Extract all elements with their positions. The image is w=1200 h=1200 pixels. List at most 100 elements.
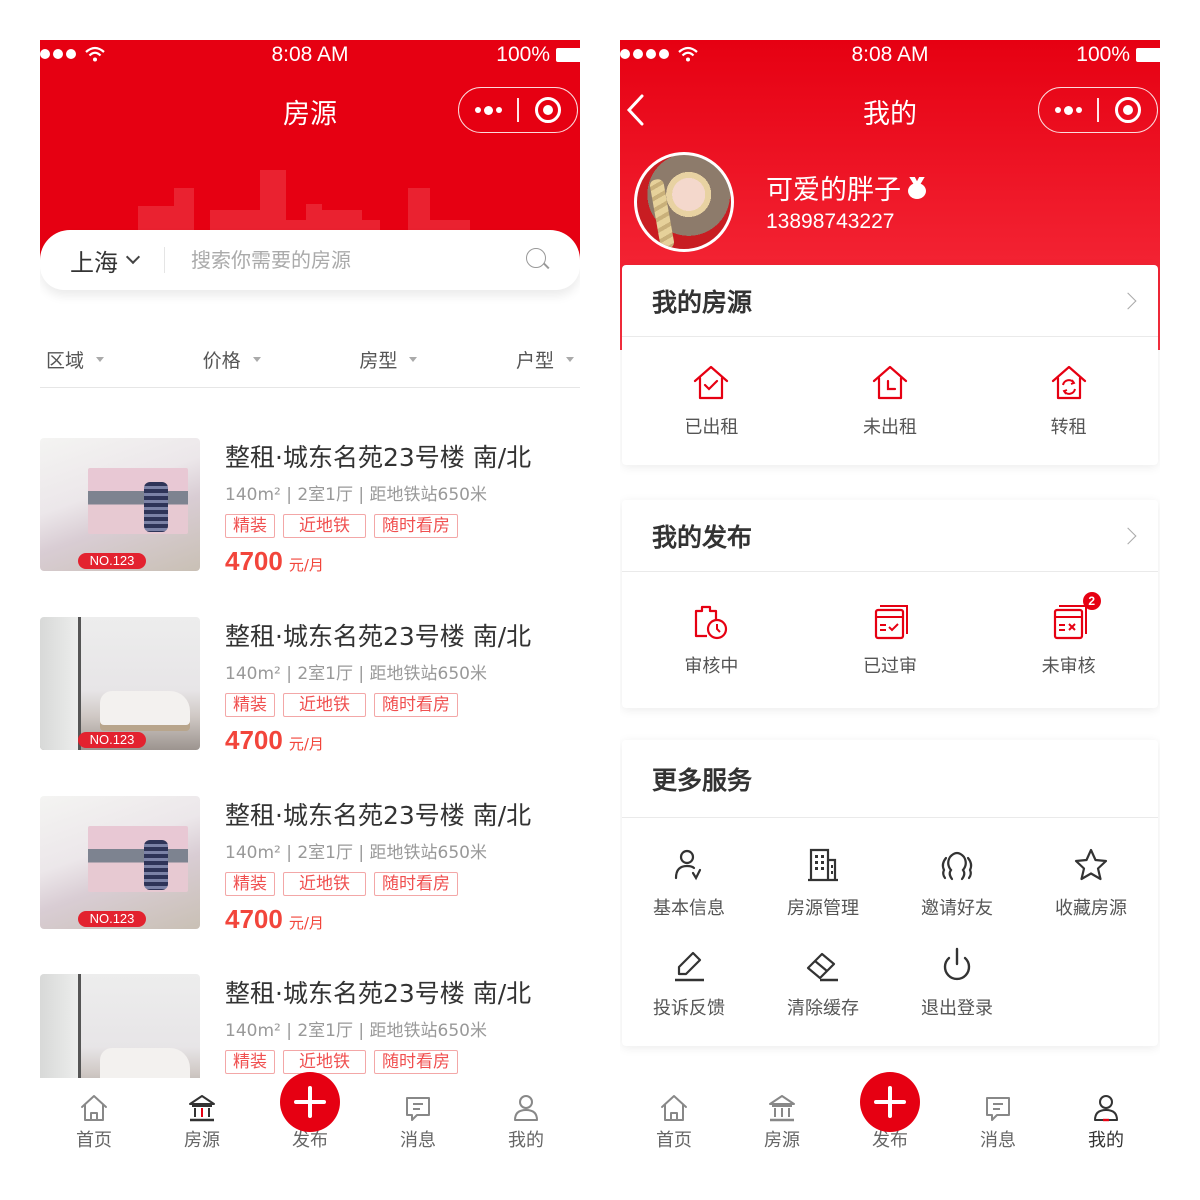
service-label: 清除缓存: [787, 998, 859, 1019]
tab-label: 消息: [400, 1130, 436, 1151]
power-icon: [943, 947, 971, 981]
filter-room-type[interactable]: 房型: [359, 346, 418, 373]
service-label: 邀请好友: [921, 898, 993, 919]
listing-price: 4700 元/月: [225, 546, 324, 577]
home-icon: [661, 1095, 687, 1121]
listing-item[interactable]: NO.123 整租·城东名苑23号楼 南/北 140m² | 2室1厅 | 距地…: [40, 617, 580, 755]
search-input[interactable]: [191, 248, 526, 272]
tag: 精装: [225, 872, 275, 896]
price-value: 4700: [225, 546, 283, 576]
service-label: 投诉反馈: [653, 998, 725, 1019]
plus-icon[interactable]: [280, 1072, 340, 1132]
caret-down-icon: [565, 357, 574, 362]
listing-tags: 精装 近地铁 随时看房: [225, 693, 458, 717]
battery-icon: [556, 48, 580, 62]
listing-number-badge: NO.123: [78, 553, 146, 569]
home-icon: [81, 1095, 107, 1121]
tab-listings[interactable]: 房源: [148, 1078, 256, 1160]
tab-profile[interactable]: 我的: [1052, 1078, 1160, 1160]
not-rented-button[interactable]: 未出租: [801, 363, 980, 439]
status-bar: 8:08 AM 100%: [620, 40, 1160, 70]
feedback-button[interactable]: 投诉反馈: [622, 946, 756, 1020]
tab-listings[interactable]: 房源: [728, 1078, 836, 1160]
tab-publish[interactable]: 发布: [836, 1072, 944, 1160]
tag: 随时看房: [374, 514, 458, 538]
not-reviewed-button[interactable]: 2 未审核: [979, 592, 1158, 678]
close-miniprogram-icon[interactable]: [1099, 97, 1157, 123]
more-icon[interactable]: [1039, 105, 1097, 115]
clear-cache-button[interactable]: 清除缓存: [756, 946, 890, 1020]
miniprogram-capsule: [1038, 87, 1158, 133]
tab-label: 我的: [1088, 1130, 1124, 1151]
tag: 精装: [225, 1050, 275, 1074]
tab-profile[interactable]: 我的: [472, 1078, 580, 1160]
tab-label: 首页: [76, 1130, 112, 1151]
tab-label: 首页: [656, 1130, 692, 1151]
under-review-button[interactable]: 审核中: [622, 602, 801, 678]
listing-item[interactable]: NO.123 整租·城东名苑23号楼 南/北 140m² | 2室1厅 | 距地…: [40, 438, 580, 576]
star-icon: [1074, 848, 1108, 881]
profile-screen: 8:08 AM 100% 我的 可爱的胖子 13898743227 我的房源 已…: [620, 40, 1160, 1160]
chevron-right-icon: [1119, 527, 1137, 544]
rented-button[interactable]: 已出租: [622, 363, 801, 439]
battery-icon: [1136, 48, 1160, 62]
tab-label: 我的: [508, 1130, 544, 1151]
listing-title: 整租·城东名苑23号楼 南/北: [225, 622, 532, 651]
tab-messages[interactable]: 消息: [944, 1078, 1052, 1160]
approved-button[interactable]: 已过审: [801, 602, 980, 678]
eraser-icon: [806, 952, 838, 982]
filter-label: 价格: [202, 350, 241, 372]
tab-messages[interactable]: 消息: [364, 1078, 472, 1160]
filter-label: 区域: [46, 350, 85, 372]
price-value: 4700: [225, 904, 283, 934]
my-listings-header[interactable]: 我的房源: [622, 265, 1158, 337]
card-title: 我的房源: [652, 287, 753, 317]
basic-info-button[interactable]: 基本信息: [622, 846, 756, 920]
close-miniprogram-icon[interactable]: [519, 97, 577, 123]
item-label: 未出租: [863, 417, 917, 438]
my-listings-card: 我的房源 已出租 未出租 转租: [622, 265, 1158, 465]
user-icon: [514, 1095, 538, 1121]
my-posts-card: 我的发布 审核中 已过审 2 未审核: [622, 500, 1158, 708]
invite-friends-button[interactable]: 邀请好友: [890, 846, 1024, 920]
logout-button[interactable]: 退出登录: [890, 946, 1024, 1020]
listing-tags: 精装 近地铁 随时看房: [225, 514, 458, 538]
my-posts-header[interactable]: 我的发布: [622, 500, 1158, 572]
listing-item[interactable]: NO.123 整租·城东名苑23号楼 南/北 140m² | 2室1厅 | 距地…: [40, 796, 580, 934]
favorites-button[interactable]: 收藏房源: [1024, 846, 1158, 920]
search-bar: 上海: [40, 230, 580, 290]
filter-label: 户型: [515, 350, 554, 372]
tab-publish[interactable]: 发布: [256, 1072, 364, 1160]
tab-bar: 首页 房源 发布 消息 我的: [620, 1072, 1160, 1160]
filter-layout[interactable]: 户型: [516, 346, 574, 373]
property-management-button[interactable]: 房源管理: [756, 846, 890, 920]
tab-label: 消息: [980, 1130, 1016, 1151]
message-icon: [986, 1097, 1010, 1121]
filter-label: 房型: [359, 350, 398, 372]
sublet-button[interactable]: 转租: [979, 363, 1158, 439]
filter-area[interactable]: 区域: [46, 346, 105, 373]
chevron-right-icon: [1119, 292, 1137, 309]
tab-home[interactable]: 首页: [620, 1078, 728, 1160]
item-label: 已出租: [684, 417, 739, 438]
filter-price[interactable]: 价格: [203, 346, 261, 373]
friends-icon: [941, 851, 973, 881]
avatar[interactable]: [634, 152, 734, 252]
city-selector[interactable]: 上海: [70, 243, 141, 278]
price-value: 4700: [225, 725, 283, 755]
tag: 近地铁: [283, 514, 366, 538]
nav-bar: 房源: [40, 70, 580, 150]
plus-icon[interactable]: [860, 1072, 920, 1132]
more-icon[interactable]: [459, 105, 517, 115]
tab-home[interactable]: 首页: [40, 1078, 148, 1160]
listing-title: 整租·城东名苑23号楼 南/北: [225, 443, 532, 472]
item-label: 转租: [1050, 417, 1087, 438]
message-icon: [406, 1097, 430, 1121]
tag: 近地铁: [283, 693, 366, 717]
tag: 精装: [225, 693, 275, 717]
listing-number-badge: NO.123: [78, 732, 146, 748]
listings-screen: 8:08 AM 100% 房源 上海 区域 价格 房型 户型 NO.123 整租…: [40, 40, 580, 1160]
caret-down-icon: [409, 357, 418, 362]
search-icon[interactable]: [526, 248, 550, 272]
tag: 随时看房: [374, 872, 458, 896]
